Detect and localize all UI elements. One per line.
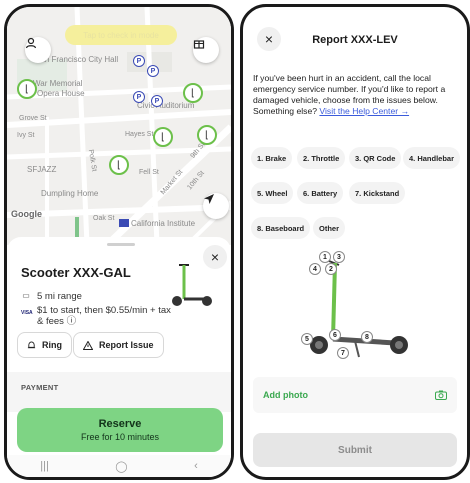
scooter-pin[interactable]: ⌊ [153,127,173,147]
pricing-text: $1 to start, then $0.55/min + tax & fees [37,305,171,327]
diagram-badge-8: 8 [361,331,373,343]
recent-apps-icon[interactable]: ||| [40,460,49,472]
locate-arrow-icon [204,194,214,204]
issue-chip-other[interactable]: Other [313,217,346,239]
diagram-badge-4: 4 [309,263,321,275]
camera-icon [435,390,447,400]
scooter-diagram: 1 2 3 4 5 6 7 8 [295,247,415,367]
issue-chip-throttle[interactable]: 2. Throttle [297,147,346,169]
map-label-grove-st: Grove St [19,115,47,122]
bell-icon [27,340,36,348]
issue-chip-battery[interactable]: 6. Battery [297,182,344,204]
scooter-title: Scooter XXX-GAL [21,265,131,280]
reserve-button[interactable]: Reserve Free for 10 minutes [17,408,223,452]
diagram-badge-2: 2 [325,263,337,275]
map-label-california-institute: California Institute [131,219,196,228]
scooter-pin[interactable]: ⌊ [17,79,37,99]
scooter-image [172,264,212,306]
map-label-opera-house: Opera House [37,89,85,98]
parking-pin[interactable]: P [133,91,145,103]
pricing-row: VISA $1 to start, then $0.55/min + tax &… [21,305,171,327]
help-center-link[interactable]: Visit the Help Center → [319,106,409,116]
report-issue-button[interactable]: Report Issue [73,332,164,358]
ring-label: Ring [42,340,62,350]
profile-icon [25,37,37,49]
drag-handle[interactable] [107,243,135,246]
battery-icon: ▭ [22,291,30,300]
report-title: Report XXX-LEV [312,34,398,46]
payment-header: PAYMENT [21,383,59,392]
reserve-label: Reserve [98,418,142,430]
map-label-hayes-st: Hayes St [125,131,154,138]
profile-button[interactable] [25,37,51,63]
gift-button[interactable] [193,37,219,63]
ring-button[interactable]: Ring [17,332,72,358]
parking-pin[interactable]: P [133,55,145,67]
warning-icon [83,340,93,350]
issue-chip-baseboard[interactable]: 8. Baseboard [251,217,311,239]
back-icon[interactable]: ‹ [194,460,198,472]
map-label-sfjazz: SFJAZZ [27,165,57,174]
issue-chip-handlebar[interactable]: 4. Handlebar [403,147,461,169]
diagram-badge-3: 3 [333,251,345,263]
map-label-civic-auditorium: Civic Auditorium [137,101,195,110]
add-photo-label: Add photo [263,390,308,400]
map-label-oak-st: Oak St [93,215,115,222]
gift-icon [193,40,205,49]
parking-pin[interactable]: P [147,65,159,77]
phone-frame-left: Tap to check in mode San Francisco City … [4,4,234,480]
phone-frame-right: × Report XXX-LEV If you've been hurt in … [240,4,470,480]
visa-icon: VISA [21,310,33,316]
diagram-badge-5: 5 [301,333,313,345]
help-text: If you've been hurt in an accident, call… [253,73,463,117]
add-photo-row[interactable]: Add photo [253,377,457,413]
scooter-pin[interactable]: ⌊ [109,155,129,175]
diagram-badge-7: 7 [337,347,349,359]
range-text: 5 mi range [37,291,82,302]
diagram-badge-6: 6 [329,329,341,341]
map-label-ivy-st: Ivy St [17,132,35,139]
scooter-pin[interactable]: ⌊ [197,125,217,145]
parking-pin[interactable]: P [151,95,163,107]
android-nav-bar: ||| ◯ ‹ [7,455,231,477]
range-row: ▭ 5 mi range [21,291,82,302]
home-icon[interactable]: ◯ [115,460,127,473]
submit-button[interactable]: Submit [253,433,457,467]
scooter-details-sheet: × Scooter XXX-GAL ▭ 5 mi range VISA $1 t… [7,237,231,477]
issue-chip-brake[interactable]: 1. Brake [251,147,293,169]
map-label-war-memorial: War Memorial [33,79,83,88]
issue-chip-qr-code[interactable]: 3. QR Code [349,147,402,169]
issue-chip-wheel[interactable]: 5. Wheel [251,182,294,204]
scooter-pin[interactable]: ⌊ [183,83,203,103]
info-icon[interactable]: ⓘ [67,316,77,327]
payment-section: PAYMENT [7,372,231,412]
locate-button[interactable] [203,193,229,219]
report-issue-label: Report Issue [99,340,154,350]
diagram-badge-1: 1 [319,251,331,263]
google-logo: Google [11,209,42,219]
reserve-subtitle: Free for 10 minutes [80,432,160,442]
map-label-fell-st: Fell St [139,169,159,176]
map-label-dumpling-home: Dumpling Home [41,189,99,198]
issue-chip-kickstand[interactable]: 7. Kickstand [349,182,406,204]
map-view[interactable]: Tap to check in mode San Francisco City … [7,7,231,245]
check-in-banner[interactable]: Tap to check in mode [65,25,177,45]
